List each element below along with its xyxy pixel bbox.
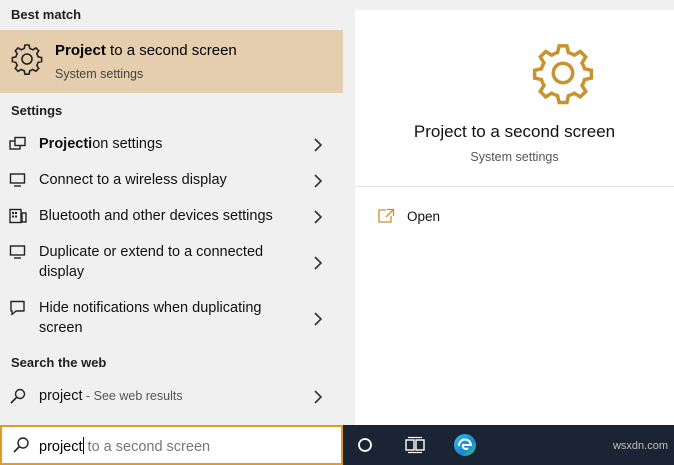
search-box[interactable]: project to a second screen — [0, 425, 343, 465]
result-connect-wireless-display[interactable]: Connect to a wireless display — [0, 167, 343, 195]
chevron-right-icon — [314, 138, 323, 152]
open-label: Open — [407, 209, 441, 224]
web-search-result[interactable]: project - See web results — [0, 383, 343, 411]
edge-browser-icon[interactable] — [452, 432, 478, 458]
search-results-pane: Best match Project to a second screen Sy… — [0, 0, 343, 425]
result-label: Hide notifications when duplicating scre… — [39, 300, 262, 336]
result-label: Bluetooth and other devices settings — [39, 208, 273, 224]
projection-icon — [9, 136, 26, 150]
best-match-result[interactable]: Project to a second screen System settin… — [0, 30, 343, 93]
result-duplicate-extend-display[interactable]: Duplicate or extend to a connected displ… — [0, 239, 343, 287]
watermark: wsxdn.com — [612, 440, 668, 452]
preview-title: Project to a second screen — [413, 122, 616, 141]
result-label: Connect to a wireless display — [39, 172, 227, 188]
devices-icon — [9, 208, 27, 224]
chevron-right-icon — [314, 210, 323, 224]
chevron-right-icon — [314, 174, 323, 188]
settings-header: Settings — [11, 103, 63, 118]
search-icon — [13, 437, 29, 453]
search-icon — [10, 388, 26, 404]
open-icon — [378, 208, 395, 223]
task-view-icon[interactable] — [405, 436, 425, 454]
gear-icon — [532, 44, 594, 105]
cortana-icon[interactable] — [357, 437, 373, 453]
monitor-icon — [9, 173, 26, 187]
best-match-title: Project to a second screen — [55, 42, 237, 59]
result-hide-notifications[interactable]: Hide notifications when duplicating scre… — [0, 295, 343, 343]
preview-subtitle: System settings — [470, 150, 559, 164]
result-label: Projection settings — [39, 136, 163, 152]
chevron-right-icon — [314, 312, 323, 326]
search-web-header: Search the web — [11, 355, 107, 370]
speech-bubble-icon — [10, 300, 25, 316]
result-bluetooth-devices-settings[interactable]: Bluetooth and other devices settings — [0, 203, 343, 231]
result-label: Duplicate or extend to a connected displ… — [39, 244, 264, 280]
best-match-header: Best match — [11, 7, 82, 22]
chevron-right-icon — [314, 390, 323, 404]
web-result-label: project - See web results — [39, 388, 183, 404]
monitor-icon — [9, 245, 26, 259]
result-projection-settings[interactable]: Projection settings — [0, 131, 343, 159]
chevron-right-icon — [314, 256, 323, 270]
preview-pane: Project to a second screen System settin… — [355, 10, 674, 425]
best-match-subtitle: System settings — [55, 67, 144, 81]
divider — [355, 186, 674, 187]
gear-icon — [11, 44, 43, 75]
search-input-text[interactable]: project to a second screen — [39, 437, 210, 455]
